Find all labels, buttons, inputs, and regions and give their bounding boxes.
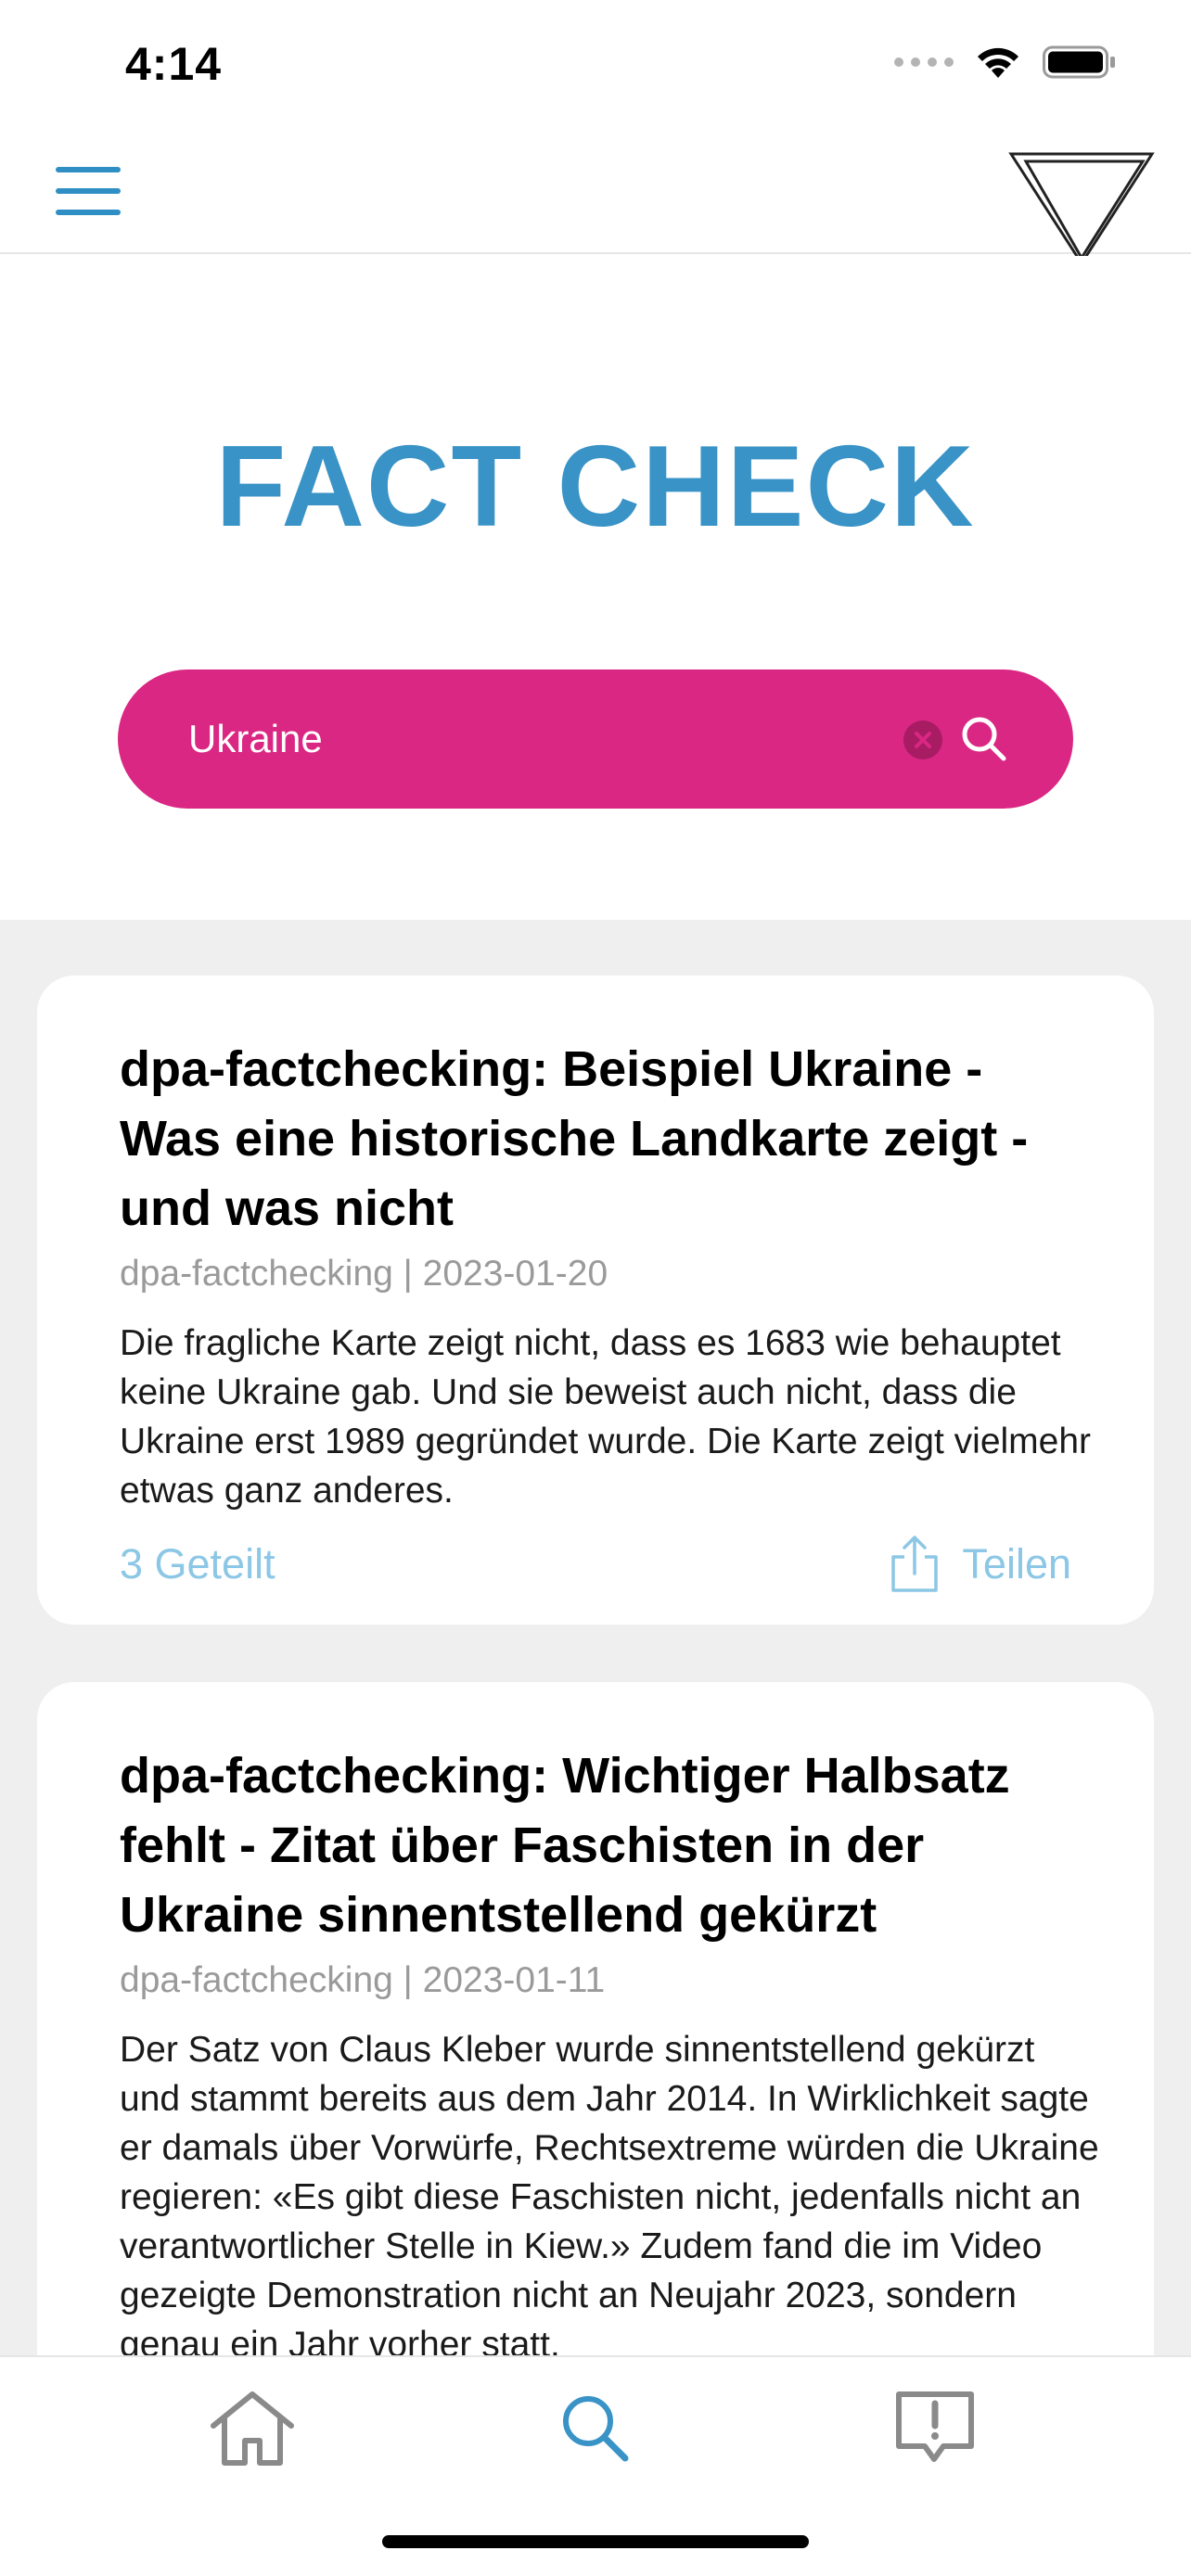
article-meta: dpa-factchecking | 2023-01-11 xyxy=(120,1960,606,2000)
search-icon xyxy=(563,2396,629,2462)
triangle-logo[interactable] xyxy=(1005,139,1158,269)
app-header xyxy=(0,130,1191,266)
article-title[interactable]: dpa-factchecking: Wichtiger Halbsatz feh… xyxy=(120,1741,1084,1950)
status-time: 4:14 xyxy=(125,38,223,90)
search-icon[interactable] xyxy=(957,712,1011,766)
home-indicator xyxy=(382,2535,809,2548)
share-label: Teilen xyxy=(962,1540,1071,1588)
page-title: FACT CHECK xyxy=(215,423,976,551)
article-card[interactable]: dpa-factchecking: Beispiel Ukraine - Was… xyxy=(37,976,1154,1625)
article-title[interactable]: dpa-factchecking: Beispiel Ukraine - Was… xyxy=(120,1035,1084,1243)
tab-home[interactable] xyxy=(201,2381,303,2474)
wifi-icon xyxy=(978,47,1018,78)
cellular-dots-icon xyxy=(894,57,954,67)
tab-report[interactable] xyxy=(884,2381,986,2474)
report-icon xyxy=(896,2391,974,2462)
hero-section: FACT CHECK xyxy=(0,256,1191,920)
tab-search[interactable] xyxy=(544,2381,646,2474)
hamburger-menu-icon[interactable] xyxy=(56,163,122,219)
share-icon xyxy=(891,1536,939,1592)
status-bar: 4:14 xyxy=(0,0,1191,130)
status-icons xyxy=(894,45,1117,80)
article-meta: dpa-factchecking | 2023-01-20 xyxy=(120,1254,608,1294)
shared-count[interactable]: 3 Geteilt xyxy=(120,1540,275,1588)
search-bar xyxy=(118,670,1073,809)
article-feed: dpa-factchecking: Beispiel Ukraine - Was… xyxy=(0,920,1191,2355)
article-summary: Die fragliche Karte zeigt nicht, dass es… xyxy=(120,1323,1092,1511)
battery-icon xyxy=(1043,45,1115,79)
home-icon xyxy=(211,2391,294,2466)
article-summary: Der Satz von Claus Kleber wurde sinnents… xyxy=(120,2030,1099,2355)
card-footer: 3 Geteilt Teilen xyxy=(120,1532,1071,1597)
search-input[interactable] xyxy=(188,670,930,809)
clear-icon[interactable] xyxy=(903,721,942,759)
article-card[interactable]: dpa-factchecking: Wichtiger Halbsatz feh… xyxy=(37,1682,1154,2355)
share-button[interactable]: Teilen xyxy=(890,1535,1071,1594)
